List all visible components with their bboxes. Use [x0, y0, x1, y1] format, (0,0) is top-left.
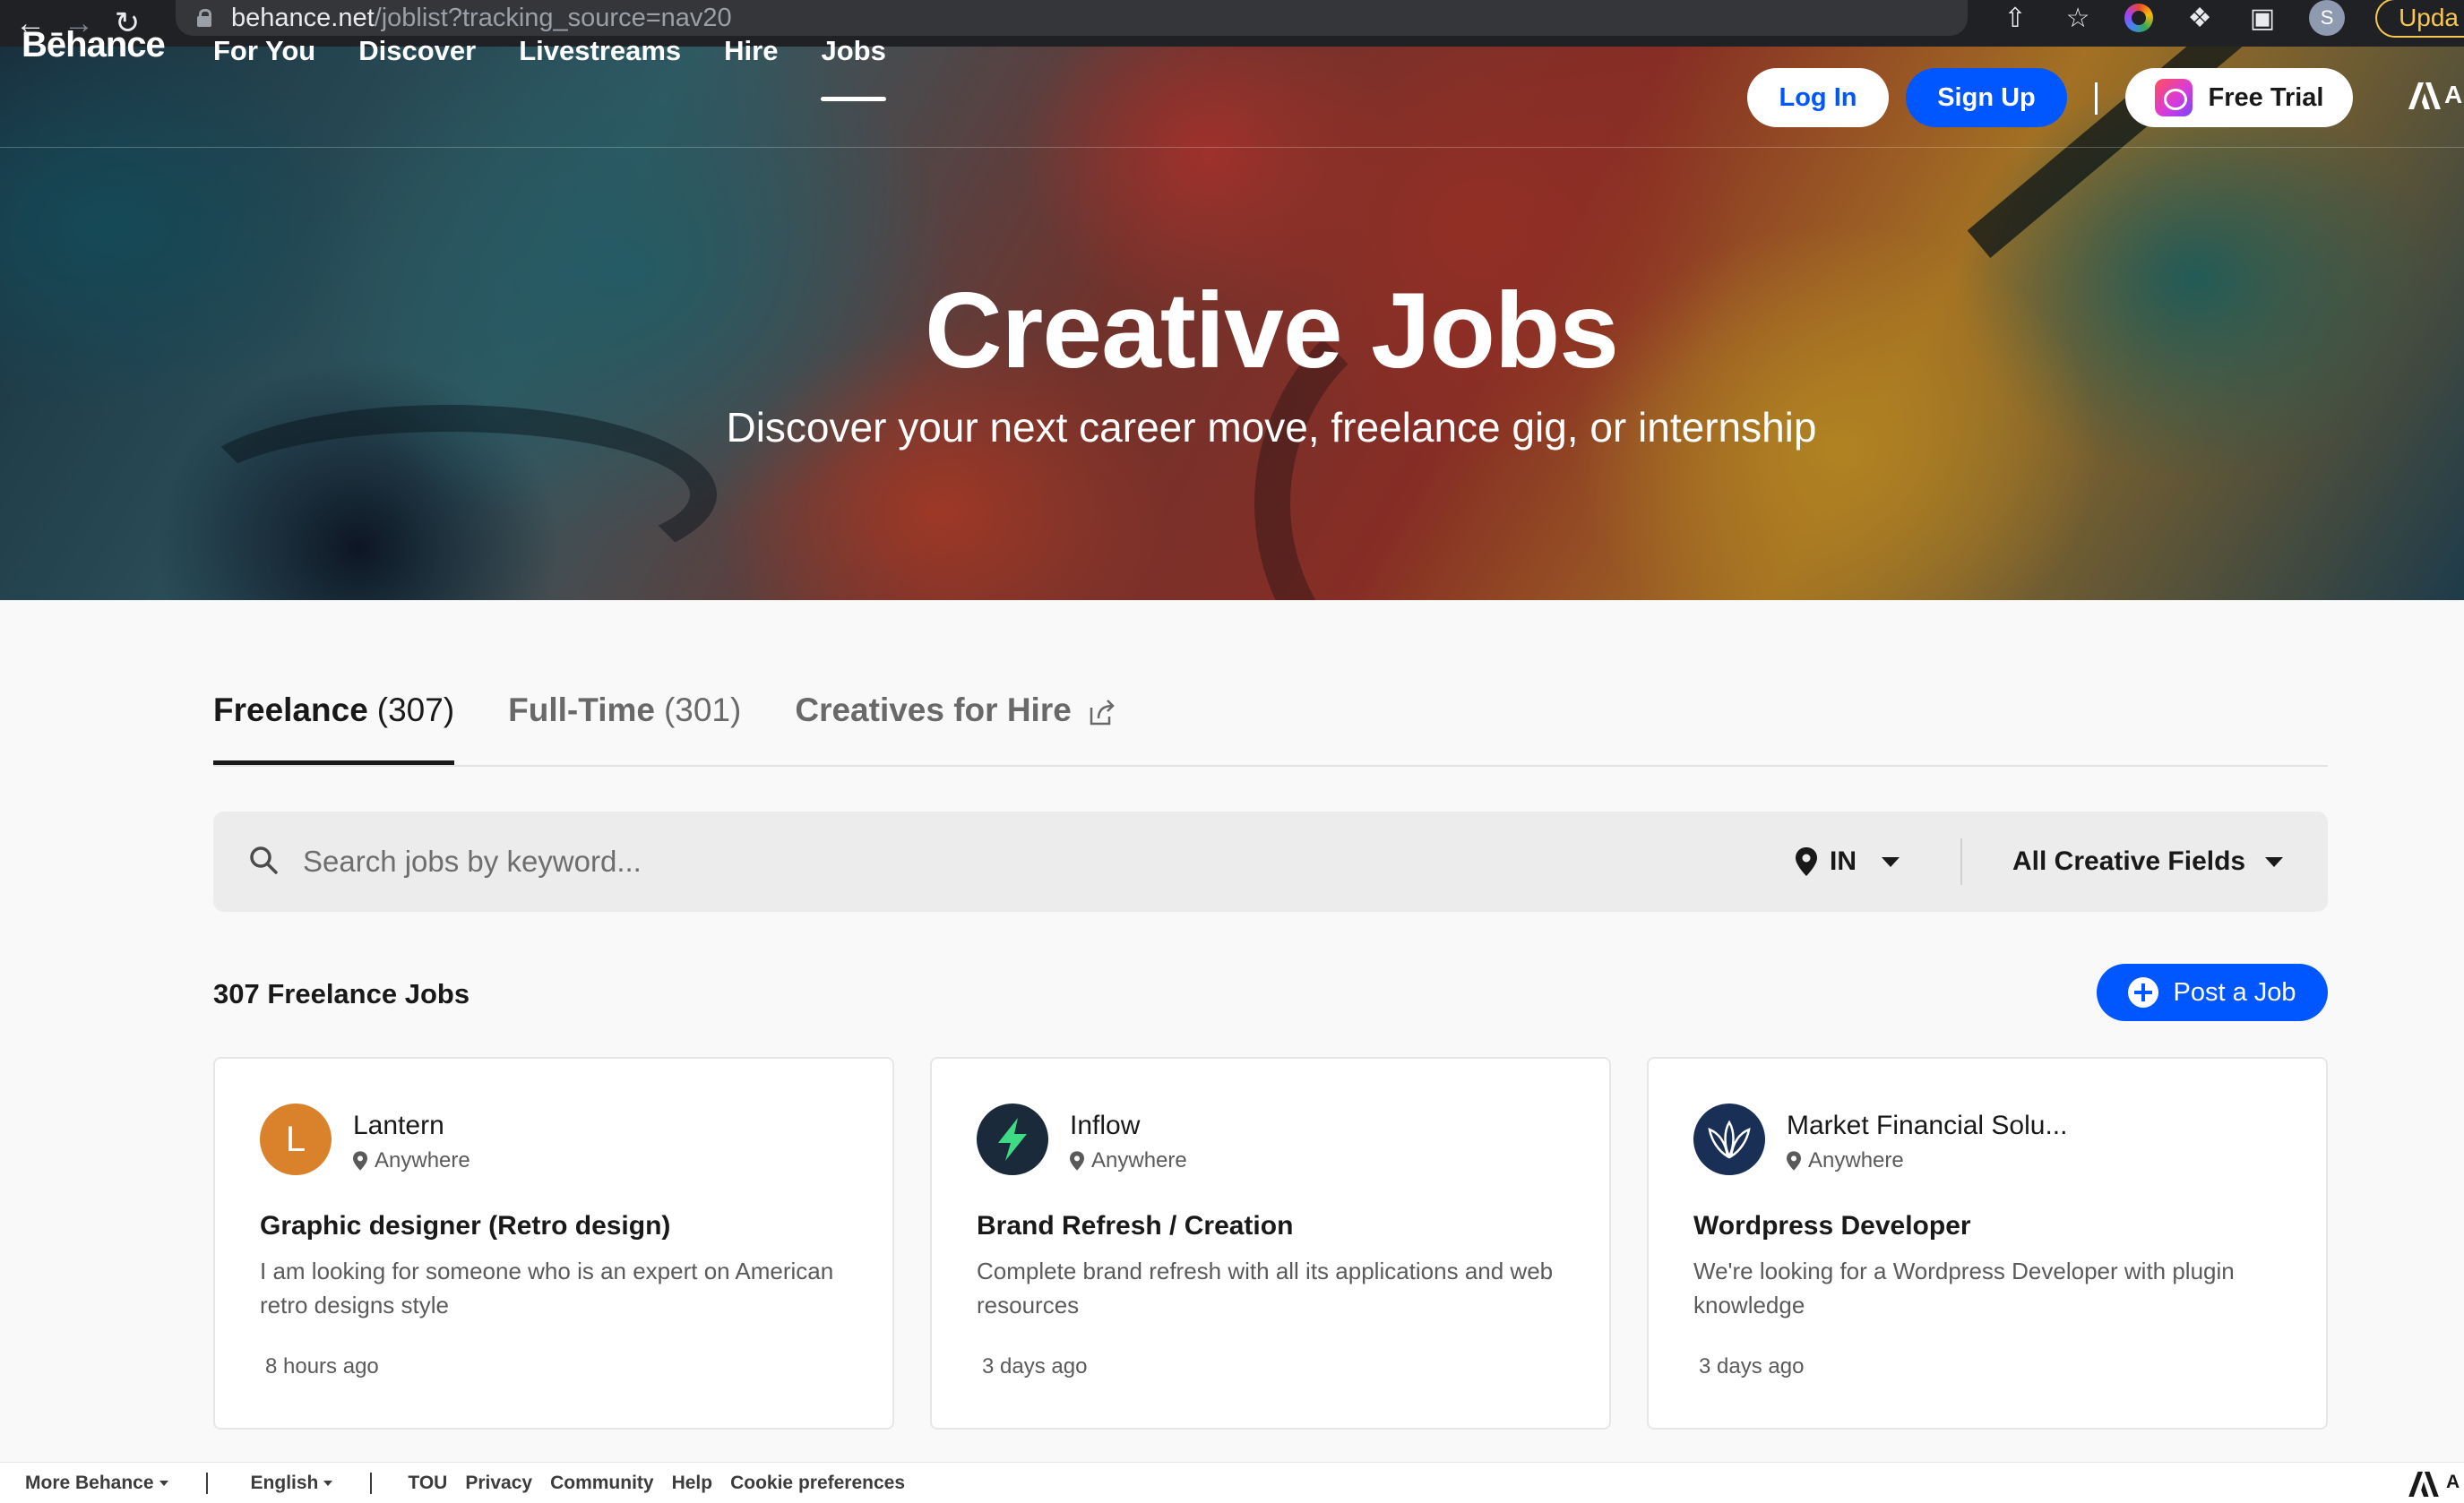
main-nav: For You Discover Livestreams Hire Jobs [213, 0, 887, 101]
post-job-button[interactable]: Post a Job [2097, 964, 2328, 1021]
nav-for-you[interactable]: For You [213, 0, 315, 101]
site-footer: More Behance English TOU Privacy Communi… [0, 1462, 2464, 1503]
tab-label: Creatives for Hire [795, 691, 1072, 728]
chevron-down-icon [2265, 856, 2284, 867]
nav-livestreams[interactable]: Livestreams [519, 0, 681, 101]
footer-divider [205, 1472, 208, 1494]
location-pin-icon [1796, 847, 1817, 876]
free-trial-label: Free Trial [2208, 82, 2324, 112]
nav-hire[interactable]: Hire [724, 0, 778, 101]
company-initial: L [285, 1119, 306, 1159]
footer-link-tou[interactable]: TOU [408, 1473, 447, 1494]
tab-count: (301) [663, 691, 742, 728]
job-location-text: Anywhere [1808, 1148, 1904, 1172]
browser-actions: ⇧ ☆ ❖ ▣ S Upda [1999, 0, 2464, 38]
language-label: English [250, 1472, 319, 1493]
search-divider [1960, 838, 1962, 885]
job-location: Anywhere [1070, 1148, 1187, 1173]
adobe-label: A [2446, 1472, 2460, 1492]
company-logo: L [260, 1104, 332, 1175]
tab-full-time[interactable]: Full-Time (301) [508, 681, 741, 765]
company-name[interactable]: Inflow [1070, 1111, 1140, 1141]
signup-button[interactable]: Sign Up [1906, 68, 2067, 127]
chevron-down-icon [1882, 856, 1900, 867]
job-card[interactable]: L Lantern Anywhere Graphic designer (Ret… [213, 1057, 894, 1430]
job-posted-time: 3 days ago [1699, 1354, 1805, 1378]
job-card[interactable]: Inflow Anywhere Brand Refresh / Creation… [930, 1057, 1611, 1430]
company-logo [1693, 1104, 1765, 1175]
location-pin-icon [353, 1151, 367, 1171]
login-button[interactable]: Log In [1747, 68, 1889, 127]
post-job-label: Post a Job [2173, 977, 2296, 1007]
company-name[interactable]: Market Financial Solu... [1787, 1111, 2067, 1141]
job-title[interactable]: Brand Refresh / Creation [977, 1211, 1293, 1241]
job-type-tabs: Freelance (307) Full-Time (301) Creative… [213, 681, 1116, 765]
job-card[interactable]: Market Financial Solu... Anywhere Wordpr… [1647, 1057, 2328, 1430]
job-posted-time: 8 hours ago [265, 1354, 379, 1378]
footer-link-privacy[interactable]: Privacy [465, 1473, 532, 1494]
tab-label: Freelance [213, 691, 368, 728]
extension-color-icon[interactable] [2124, 4, 2154, 32]
nav-discover[interactable]: Discover [358, 0, 476, 101]
location-select[interactable]: IN [1796, 837, 1900, 887]
job-location-text: Anywhere [1091, 1148, 1187, 1172]
chevron-down-icon [323, 1480, 333, 1486]
profile-avatar[interactable]: S [2309, 0, 2346, 36]
external-link-icon [1090, 700, 1115, 726]
creative-field-select[interactable]: All Creative Fields [2012, 837, 2284, 887]
job-location-text: Anywhere [375, 1148, 470, 1172]
footer-link-community[interactable]: Community [550, 1473, 654, 1494]
tab-creatives-for-hire[interactable]: Creatives for Hire [795, 681, 1116, 765]
job-description: I am looking for someone who is an exper… [260, 1258, 834, 1318]
nav-divider [2095, 82, 2098, 115]
footer-link-help[interactable]: Help [672, 1473, 713, 1494]
tab-count: (307) [376, 691, 455, 728]
adobe-label: A [2444, 81, 2463, 108]
job-title[interactable]: Wordpress Developer [1693, 1211, 1971, 1241]
bookmark-star-icon[interactable]: ☆ [2062, 3, 2094, 34]
share-icon[interactable]: ⇧ [1999, 3, 2031, 34]
search-icon [250, 846, 278, 874]
company-logo [977, 1104, 1048, 1175]
behance-logo[interactable]: Bēhance [22, 25, 166, 65]
footer-link-cookie-preferences[interactable]: Cookie preferences [730, 1473, 905, 1494]
lightning-bolt-icon [998, 1118, 1027, 1161]
creative-cloud-icon [2154, 79, 2193, 116]
creative-field-value: All Creative Fields [2012, 846, 2246, 876]
company-name[interactable]: Lantern [353, 1111, 444, 1141]
more-behance-menu[interactable]: More Behance [25, 1473, 168, 1494]
search-input[interactable] [303, 838, 1826, 885]
job-posted-time: 3 days ago [982, 1354, 1088, 1378]
tabs-divider [213, 765, 2328, 767]
location-value: IN [1830, 846, 1857, 876]
sidepanel-icon[interactable]: ▣ [2246, 3, 2279, 34]
adobe-logo-icon[interactable] [2408, 1472, 2439, 1497]
tab-freelance[interactable]: Freelance (307) [213, 681, 455, 765]
plus-circle-icon [2128, 977, 2159, 1008]
lotus-leaf-icon [1708, 1120, 1751, 1159]
footer-divider [370, 1472, 373, 1494]
results-count: 307 Freelance Jobs [213, 978, 470, 1009]
job-search-bar: IN All Creative Fields [213, 812, 2328, 912]
page-title: Creative Jobs [924, 271, 1619, 391]
job-location: Anywhere [1787, 1148, 1904, 1173]
extensions-puzzle-icon[interactable]: ❖ [2184, 3, 2216, 34]
tab-label: Full-Time [508, 691, 655, 728]
nav-jobs[interactable]: Jobs [821, 0, 887, 101]
location-pin-icon [1787, 1151, 1801, 1171]
free-trial-button[interactable]: Free Trial [2125, 68, 2353, 127]
language-menu[interactable]: English [251, 1473, 333, 1494]
more-behance-label: More Behance [25, 1472, 154, 1493]
job-title[interactable]: Graphic designer (Retro design) [260, 1211, 670, 1241]
location-pin-icon [1070, 1151, 1084, 1171]
chevron-down-icon [159, 1480, 168, 1486]
job-description: Complete brand refresh with all its appl… [977, 1258, 1554, 1318]
job-location: Anywhere [353, 1148, 470, 1173]
adobe-logo-icon[interactable] [2408, 82, 2441, 109]
update-button[interactable]: Upda [2375, 0, 2464, 38]
lock-icon [197, 9, 211, 27]
page-subtitle: Discover your next career move, freelanc… [726, 404, 1817, 451]
job-description: We're looking for a Wordpress Developer … [1693, 1258, 2235, 1318]
